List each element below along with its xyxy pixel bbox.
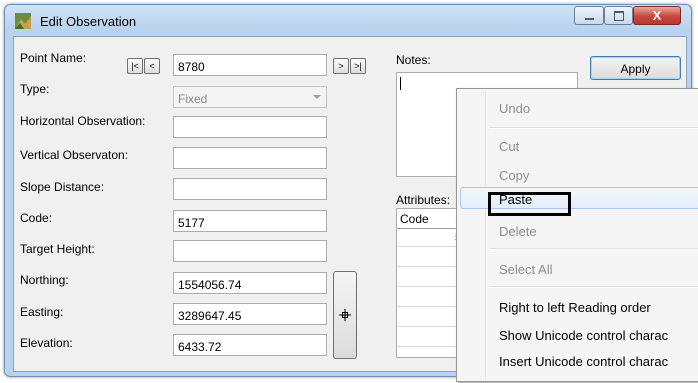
point-name-label: Point Name: <box>20 51 87 65</box>
vertical-observation-input[interactable] <box>173 147 327 169</box>
chevron-down-icon <box>313 95 321 99</box>
crosshair-icon <box>339 309 351 321</box>
menu-item-insert-unicode-control[interactable]: Insert Unicode control charac <box>499 354 668 369</box>
code-label: Code: <box>20 211 53 225</box>
type-value: Fixed <box>178 92 208 106</box>
type-label: Type: <box>20 82 50 96</box>
next-point-button[interactable]: > <box>333 58 349 74</box>
minimize-button[interactable] <box>574 6 604 25</box>
window-title: Edit Observation <box>40 14 137 29</box>
menu-item-select-all[interactable]: Select All <box>499 262 552 277</box>
menu-item-copy[interactable]: Copy <box>499 168 529 183</box>
first-point-button[interactable]: |< <box>127 58 143 74</box>
type-dropdown[interactable]: Fixed <box>173 86 327 108</box>
northing-label: Northing: <box>20 273 69 287</box>
close-icon: X <box>652 8 662 23</box>
slope-distance-input[interactable] <box>173 178 327 200</box>
menu-item-cut[interactable]: Cut <box>499 139 519 154</box>
elevation-input[interactable]: 6433.72 <box>173 334 327 356</box>
menu-separator <box>489 286 698 288</box>
title-bar[interactable]: Edit Observation X <box>5 5 691 35</box>
attributes-label: Attributes: <box>396 193 451 207</box>
point-name-input[interactable]: 8780 <box>173 54 327 76</box>
attributes-column-code: Code <box>400 212 429 226</box>
notes-label: Notes: <box>396 53 431 67</box>
easting-label: Easting: <box>20 305 64 319</box>
target-height-label: Target Height: <box>20 242 95 256</box>
menu-item-rtl-reading-order[interactable]: Right to left Reading order <box>499 300 651 315</box>
menu-separator <box>489 248 698 250</box>
maximize-icon <box>614 11 624 21</box>
menu-item-delete[interactable]: Delete <box>499 224 537 239</box>
menu-separator <box>489 127 698 129</box>
menu-item-undo[interactable]: Undo <box>499 101 530 116</box>
elevation-label: Elevation: <box>20 336 73 350</box>
minimize-icon <box>585 18 594 20</box>
previous-point-button[interactable]: < <box>144 58 160 74</box>
maximize-button[interactable] <box>604 6 633 25</box>
target-height-input[interactable] <box>173 240 327 262</box>
menu-gutter <box>485 91 487 379</box>
northing-input[interactable]: 1554056.74 <box>173 272 327 294</box>
locate-point-button[interactable] <box>333 271 357 359</box>
survey-app-icon <box>15 13 31 29</box>
close-button[interactable]: X <box>633 6 681 25</box>
text-cursor <box>400 77 401 90</box>
context-menu: Undo Cut Copy Paste Delete Select All Ri… <box>456 88 698 382</box>
apply-button-label: Apply <box>620 62 651 76</box>
last-point-button[interactable]: >| <box>350 58 366 74</box>
paste-callout-box <box>488 192 571 216</box>
vertical-observation-label: Vertical Observaton: <box>20 148 129 162</box>
apply-button[interactable]: Apply <box>590 56 681 80</box>
code-input[interactable]: 5177 <box>173 210 327 232</box>
horizontal-observation-label: Horizontal Observation: <box>20 114 146 128</box>
slope-distance-label: Slope Distance: <box>20 180 105 194</box>
horizontal-observation-input[interactable] <box>173 116 327 138</box>
menu-item-show-unicode-control[interactable]: Show Unicode control charac <box>499 328 668 343</box>
easting-input[interactable]: 3289647.45 <box>173 303 327 325</box>
